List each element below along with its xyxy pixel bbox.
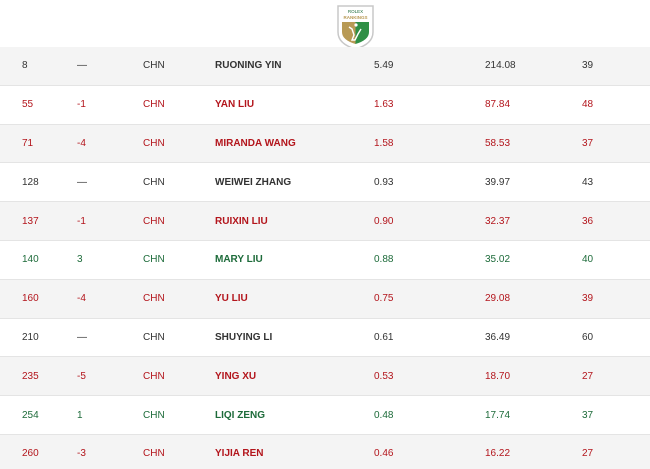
total-points-cell: 32.37 (485, 215, 511, 227)
rank-cell: 210 (22, 331, 39, 343)
movement-cell: -4 (77, 137, 86, 149)
header: ROLEX RANKINGS (0, 0, 650, 50)
table-row[interactable]: 254 1 CHN LIQI ZENG 0.48 17.74 37 (0, 396, 650, 435)
rank-cell: 128 (22, 176, 39, 188)
average-points-cell: 0.61 (374, 331, 394, 343)
rank-cell: 71 (22, 137, 34, 149)
average-points-cell: 0.75 (374, 293, 394, 305)
average-points-cell: 1.63 (374, 99, 394, 111)
total-points-cell: 36.49 (485, 331, 511, 343)
events-cell: 39 (582, 293, 594, 305)
table-row[interactable]: 71 -4 CHN MIRANDA WANG 1.58 58.53 37 (0, 124, 650, 164)
total-points-cell: 29.08 (485, 293, 511, 305)
rank-cell: 235 (22, 370, 39, 382)
table-row[interactable]: 235 -5 CHN YING XU 0.53 18.70 27 (0, 357, 650, 397)
events-cell: 60 (582, 331, 594, 343)
table-row[interactable]: 8 — CHN RUONING YIN 5.49 214.08 39 (0, 47, 650, 86)
movement-cell: 3 (77, 254, 83, 266)
player-name-cell[interactable]: WEIWEI ZHANG (215, 163, 291, 201)
rolex-rankings-logo: ROLEX RANKINGS (334, 4, 377, 50)
rank-cell: 260 (22, 448, 39, 460)
movement-cell: -3 (77, 448, 86, 460)
country-cell: CHN (143, 176, 165, 188)
events-cell: 43 (582, 176, 594, 188)
table-row[interactable]: 55 -1 CHN YAN LIU 1.63 87.84 48 (0, 86, 650, 125)
country-cell: CHN (143, 99, 165, 111)
movement-cell: — (77, 176, 87, 188)
movement-cell: — (77, 331, 87, 343)
table-row[interactable]: 160 -4 CHN YU LIU 0.75 29.08 39 (0, 279, 650, 319)
total-points-cell: 214.08 (485, 60, 516, 72)
events-cell: 27 (582, 370, 594, 382)
movement-cell: -1 (77, 215, 86, 227)
total-points-cell: 39.97 (485, 176, 511, 188)
events-cell: 37 (582, 137, 594, 149)
country-cell: CHN (143, 215, 165, 227)
average-points-cell: 0.53 (374, 370, 394, 382)
average-points-cell: 0.46 (374, 448, 394, 460)
country-cell: CHN (143, 409, 165, 421)
table-row[interactable]: 128 — CHN WEIWEI ZHANG 0.93 39.97 43 (0, 163, 650, 203)
rank-cell: 140 (22, 254, 39, 266)
average-points-cell: 0.88 (374, 254, 394, 266)
average-points-cell: 5.49 (374, 60, 394, 72)
country-cell: CHN (143, 60, 165, 72)
rank-cell: 254 (22, 409, 39, 421)
events-cell: 27 (582, 448, 594, 460)
rank-cell: 8 (22, 60, 28, 72)
movement-cell: -5 (77, 370, 86, 382)
player-name-cell[interactable]: MIRANDA WANG (215, 125, 296, 163)
table-row[interactable]: 260 -3 CHN YIJIA REN 0.46 16.22 27 (0, 434, 650, 469)
country-cell: CHN (143, 370, 165, 382)
average-points-cell: 0.90 (374, 215, 394, 227)
rankings-page: ROLEX RANKINGS 8 — CHN RUONING YIN 5.49 214.0… (0, 0, 650, 469)
events-cell: 40 (582, 254, 594, 266)
player-name-cell[interactable]: MARY LIU (215, 241, 263, 279)
country-cell: CHN (143, 137, 165, 149)
events-cell: 36 (582, 215, 594, 227)
total-points-cell: 58.53 (485, 137, 511, 149)
movement-cell: -4 (77, 293, 86, 305)
average-points-cell: 1.58 (374, 137, 394, 149)
total-points-cell: 17.74 (485, 409, 511, 421)
table-row[interactable]: 210 — CHN SHUYING LI 0.61 36.49 60 (0, 319, 650, 358)
movement-cell: — (77, 60, 87, 72)
table-row[interactable]: 140 3 CHN MARY LIU 0.88 35.02 40 (0, 241, 650, 280)
rank-cell: 137 (22, 215, 39, 227)
table-row[interactable]: 137 -1 CHN RUIXIN LIU 0.90 32.37 36 (0, 202, 650, 241)
movement-cell: 1 (77, 409, 83, 421)
player-name-cell[interactable]: SHUYING LI (215, 319, 272, 357)
country-cell: CHN (143, 293, 165, 305)
country-cell: CHN (143, 448, 165, 460)
player-name-cell[interactable]: RUIXIN LIU (215, 202, 268, 240)
events-cell: 48 (582, 99, 594, 111)
total-points-cell: 18.70 (485, 370, 511, 382)
player-name-cell[interactable]: YU LIU (215, 280, 248, 318)
total-points-cell: 87.84 (485, 99, 511, 111)
player-name-cell[interactable]: YIJIA REN (215, 435, 264, 469)
total-points-cell: 35.02 (485, 254, 511, 266)
player-name-cell[interactable]: LIQI ZENG (215, 396, 265, 434)
player-name-cell[interactable]: YAN LIU (215, 86, 254, 124)
rankings-table: 8 — CHN RUONING YIN 5.49 214.08 39 55 -1 CHN YAN L… (0, 47, 650, 469)
rank-cell: 55 (22, 99, 34, 111)
events-cell: 37 (582, 409, 594, 421)
movement-cell: -1 (77, 99, 86, 111)
player-name-cell[interactable]: RUONING YIN (215, 47, 282, 85)
events-cell: 39 (582, 60, 594, 72)
country-cell: CHN (143, 331, 165, 343)
average-points-cell: 0.48 (374, 409, 394, 421)
average-points-cell: 0.93 (374, 176, 394, 188)
logo-title-text: RANKINGS (343, 15, 367, 20)
rank-cell: 160 (22, 293, 39, 305)
total-points-cell: 16.22 (485, 448, 511, 460)
logo-brand-text: ROLEX (348, 9, 363, 14)
player-name-cell[interactable]: YING XU (215, 357, 256, 395)
country-cell: CHN (143, 254, 165, 266)
